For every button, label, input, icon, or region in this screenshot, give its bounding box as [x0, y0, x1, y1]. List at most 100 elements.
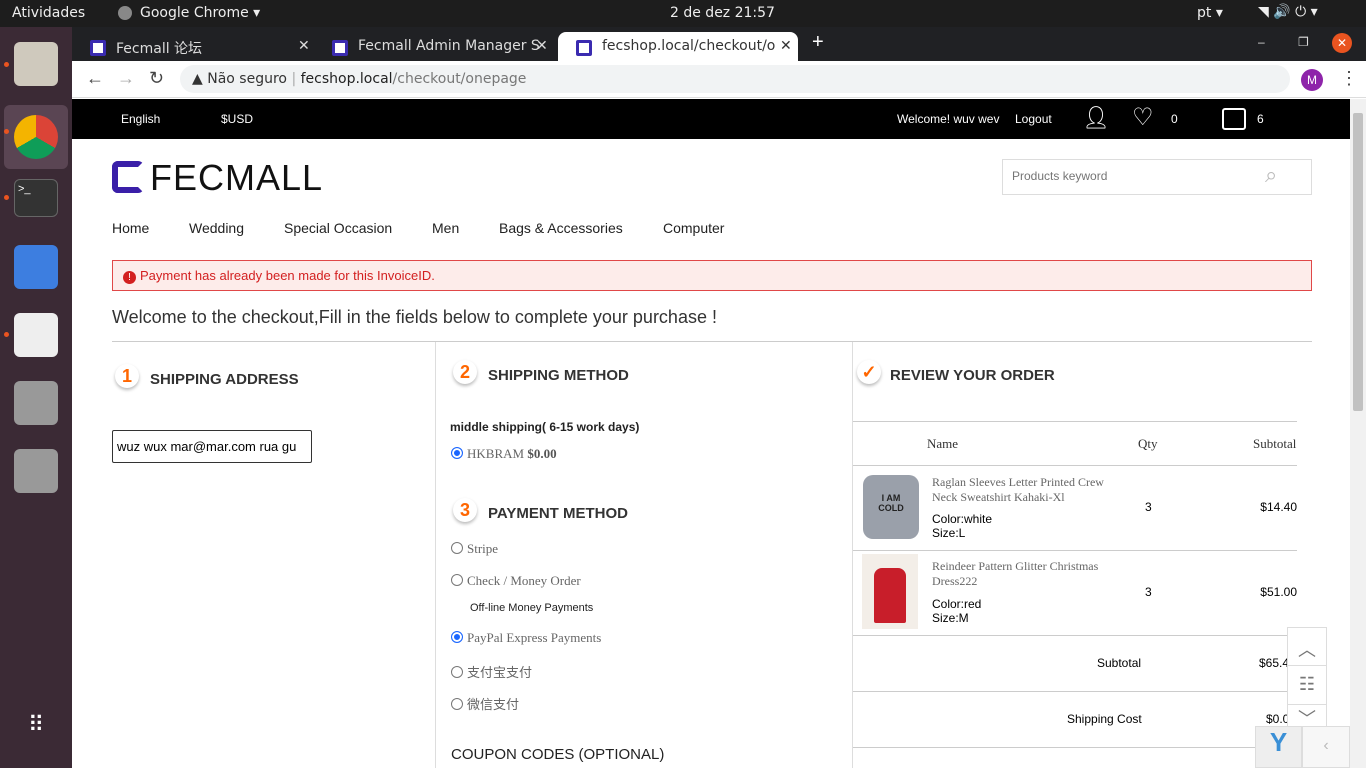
order-list-icon[interactable]: ☷ — [1288, 666, 1326, 705]
order-item-row: Reindeer Pattern Glitter Christmas Dress… — [853, 551, 1297, 635]
error-alert: ! Payment has already been made for this … — [112, 260, 1312, 291]
product-qty: 3 — [1145, 585, 1152, 599]
shipping-cost-label: Shipping Cost — [1067, 712, 1142, 726]
disc-icon[interactable] — [14, 381, 58, 425]
payment-option-alipay[interactable]: 支付宝支付 — [451, 662, 532, 681]
product-name[interactable]: Raglan Sleeves Letter Printed Crew Neck … — [932, 475, 1117, 505]
wishlist-icon[interactable]: ♡ — [1132, 103, 1154, 132]
payment-note: Off-line Money Payments — [470, 602, 594, 614]
payment-option-paypal[interactable]: PayPal Express Payments — [451, 630, 601, 646]
shipping-option-hkbram[interactable]: HKBRAM $0.00 — [451, 446, 557, 462]
running-indicator — [4, 62, 9, 67]
chrome-dock-active[interactable] — [4, 105, 68, 169]
system-top-bar: Atividades Google Chrome ▾ 2 de dez 21:5… — [0, 0, 1366, 27]
terminal-icon[interactable]: >_ — [14, 179, 58, 217]
close-tab-icon[interactable]: ✕ — [536, 38, 548, 54]
url-host: fecshop.local — [300, 71, 393, 87]
language-label: pt — [1197, 5, 1212, 21]
product-image-dress[interactable] — [862, 554, 918, 629]
payment-option-check[interactable]: Check / Money Order — [451, 573, 581, 589]
new-tab-button[interactable]: + — [812, 31, 824, 54]
logo[interactable]: FECMALL — [150, 157, 323, 199]
close-tab-icon[interactable]: ✕ — [776, 38, 792, 54]
shipping-method-title: SHIPPING METHOD — [488, 367, 629, 384]
step-1-badge: 1 — [115, 364, 139, 388]
maximize-button[interactable]: ❐ — [1298, 35, 1309, 49]
welcome-text: Welcome! wuv wev — [897, 112, 1000, 126]
yii-debug-logo-icon[interactable]: Y — [1255, 726, 1302, 768]
screenshot-icon[interactable] — [14, 245, 58, 289]
product-image-sweatshirt[interactable]: I AM COLD — [863, 475, 919, 539]
product-size: Size:M — [932, 611, 969, 625]
address-select[interactable]: wuz wux mar@mar.com rua gu — [112, 430, 312, 463]
chrome-icon — [14, 115, 58, 159]
checkout-title: Welcome to the checkout,Fill in the fiel… — [112, 307, 717, 327]
product-color: Color:red — [932, 597, 982, 611]
alert-text: Payment has already been made for this I… — [140, 268, 435, 283]
subtotal-value: $65.4 — [1259, 656, 1290, 670]
favicon-icon — [576, 40, 592, 56]
language-switcher[interactable]: English — [121, 112, 160, 126]
clock[interactable]: 2 de dez 21:57 — [670, 5, 775, 21]
product-subtotal: $14.40 — [1260, 500, 1297, 514]
nav-wedding[interactable]: Wedding — [189, 220, 244, 236]
search-input[interactable] — [1003, 160, 1253, 192]
account-icon[interactable]: 👤︎ — [1082, 105, 1110, 131]
files-icon[interactable] — [14, 42, 58, 86]
text-editor-icon[interactable] — [14, 313, 58, 357]
minimize-button[interactable]: – — [1258, 35, 1265, 49]
show-apps-icon[interactable]: ⠿ — [14, 712, 58, 756]
coupon-title: COUPON CODES (OPTIONAL) — [451, 746, 665, 763]
radio-selected[interactable] — [451, 447, 463, 459]
tab-fecmall-admin[interactable]: Fecmall Admin Manager S ✕ — [314, 32, 554, 61]
tab-checkout[interactable]: fecshop.local/checkout/o ✕ — [558, 32, 798, 61]
activities-button[interactable]: Atividades — [12, 5, 85, 21]
menu-icon[interactable]: ⋮ — [1340, 68, 1358, 89]
scroll-top-icon[interactable]: ︿ — [1288, 628, 1326, 666]
nav-home[interactable]: Home — [112, 220, 149, 236]
favicon-icon — [332, 40, 348, 56]
page-scrollbar[interactable] — [1350, 99, 1366, 768]
payment-option-wechat[interactable]: 微信支付 — [451, 694, 519, 713]
nav-bags-accessories[interactable]: Bags & Accessories — [499, 220, 623, 236]
site-top-header: English $USD Welcome! wuv wev Logout 👤︎ … — [72, 99, 1350, 139]
warning-icon: ▲ — [192, 71, 203, 87]
check-icon: ✓ — [857, 360, 881, 384]
product-qty: 3 — [1145, 500, 1152, 514]
logout-link[interactable]: Logout — [1015, 112, 1052, 126]
profile-avatar[interactable]: M — [1301, 69, 1323, 91]
tab-fecmall-forum[interactable]: Fecmall 论坛 ✕ — [72, 32, 318, 61]
address-bar[interactable]: ▲ Não seguro | fecshop.local/checkout/on… — [180, 65, 1290, 93]
currency-switcher[interactable]: $USD — [221, 112, 253, 126]
nav-computer[interactable]: Computer — [663, 220, 724, 236]
app-menu[interactable]: Google Chrome ▾ — [140, 5, 260, 21]
nav-special-occasion[interactable]: Special Occasion — [284, 220, 392, 236]
product-name[interactable]: Reindeer Pattern Glitter Christmas Dress… — [932, 559, 1117, 589]
nav-men[interactable]: Men — [432, 220, 459, 236]
logo-mark — [112, 161, 144, 193]
debug-toggle-button[interactable]: ‹ — [1302, 726, 1350, 768]
system-status-icons[interactable]: ◥ 🔊 ⏻ ▾ — [1258, 4, 1318, 20]
forward-button[interactable]: → — [117, 68, 135, 89]
reload-button[interactable]: ↻ — [149, 68, 164, 89]
url-path: /checkout/onepage — [392, 71, 527, 87]
running-indicator — [4, 195, 9, 200]
shipping-address-title: SHIPPING ADDRESS — [150, 371, 299, 388]
close-tab-icon[interactable]: ✕ — [298, 38, 310, 54]
payment-option-stripe[interactable]: Stripe — [451, 541, 498, 557]
product-color: Color:white — [932, 512, 993, 526]
error-icon: ! — [123, 271, 136, 284]
search-icon[interactable]: ⌕ — [1265, 162, 1277, 188]
language-indicator[interactable]: pt ▾ — [1197, 5, 1223, 21]
close-window-button[interactable]: ✕ — [1332, 33, 1352, 53]
col-qty: Qty — [1138, 436, 1158, 451]
running-indicator — [4, 332, 9, 337]
cart-icon[interactable] — [1222, 108, 1246, 130]
disc-icon[interactable] — [14, 449, 58, 493]
back-button[interactable]: ← — [86, 68, 104, 89]
scrollbar-thumb[interactable] — [1353, 113, 1363, 411]
cart-count: 6 — [1257, 112, 1264, 126]
tab-strip: Fecmall 论坛 ✕ Fecmall Admin Manager S ✕ fec… — [72, 27, 1366, 61]
running-indicator — [4, 129, 9, 134]
security-label[interactable]: Não seguro — [207, 71, 287, 87]
